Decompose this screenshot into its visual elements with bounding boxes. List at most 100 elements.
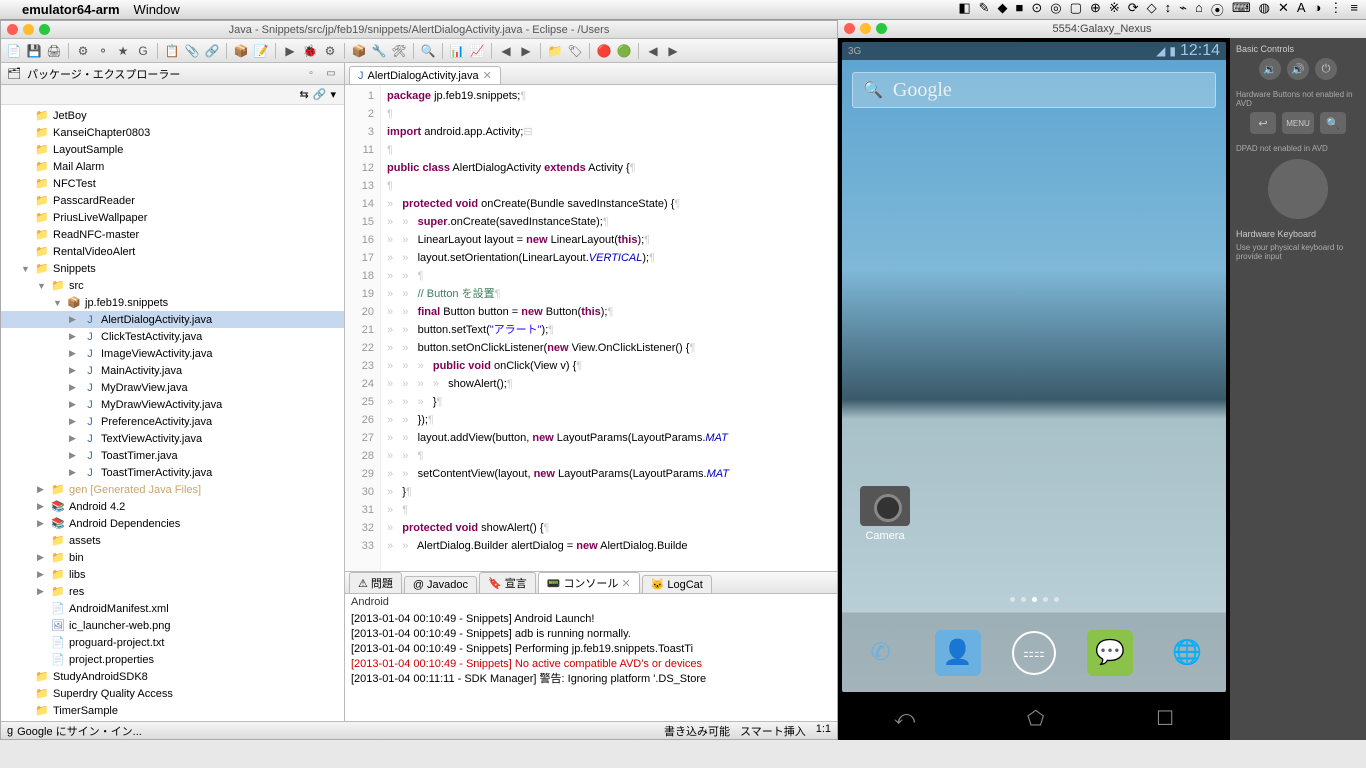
tree-item[interactable]: ▶JToastTimerActivity.java	[1, 464, 344, 481]
menubar-icon[interactable]: A	[1297, 0, 1306, 19]
tree-item[interactable]: 📁RentalVideoAlert	[1, 243, 344, 260]
menubar-icon[interactable]: ↕	[1165, 0, 1172, 19]
close-icon[interactable]	[844, 23, 855, 34]
messaging-app-icon[interactable]: 💬	[1087, 630, 1133, 676]
tree-item[interactable]: ▶JImageViewActivity.java	[1, 345, 344, 362]
menubar-icon[interactable]: ⌂	[1195, 0, 1203, 19]
tree-item[interactable]: 📁KanseiChapter0803	[1, 124, 344, 141]
zoom-icon[interactable]	[39, 24, 50, 35]
toolbar-button[interactable]: 📊	[448, 42, 466, 60]
home-button[interactable]: ⬠	[1027, 706, 1044, 731]
toolbar-button[interactable]: 🔧	[370, 42, 388, 60]
menubar-icon[interactable]: ▢	[1070, 0, 1082, 19]
menubar-icon[interactable]: ◍	[1259, 0, 1270, 19]
menubar-icon[interactable]: ⌁	[1179, 0, 1187, 19]
toolbar-button[interactable]: 🔍	[419, 42, 437, 60]
camera-app-icon[interactable]: Camera	[860, 486, 910, 542]
menubar-icon[interactable]: ✕	[1278, 0, 1289, 19]
console-tab[interactable]: 📟コンソール✕	[538, 572, 640, 593]
tree-item[interactable]: ▼📁Snippets	[1, 260, 344, 277]
phone-app-icon[interactable]: ✆	[858, 630, 904, 676]
toolbar-button[interactable]: 🐞	[301, 42, 319, 60]
collapse-icon[interactable]: ⇆	[300, 88, 309, 101]
tree-item[interactable]: 📁assets	[1, 532, 344, 549]
power-button[interactable]: ⏻	[1315, 58, 1337, 80]
toolbar-button[interactable]: 📦	[350, 42, 368, 60]
tree-item[interactable]: ▼📁src	[1, 277, 344, 294]
tree-item[interactable]: ▶JPreferenceActivity.java	[1, 413, 344, 430]
menubar-icon[interactable]: ⌨	[1232, 0, 1251, 19]
menu-window[interactable]: Window	[134, 2, 180, 17]
link-icon[interactable]: 🔗	[313, 88, 327, 101]
toolbar-button[interactable]: ★	[114, 42, 132, 60]
toolbar-button[interactable]: 💾	[25, 42, 43, 60]
menubar-icon[interactable]: ※	[1109, 0, 1120, 19]
toolbar-button[interactable]: 📁	[546, 42, 564, 60]
menubar-icon[interactable]: ◎	[1050, 0, 1061, 19]
tree-item[interactable]: ▶JMyDrawView.java	[1, 379, 344, 396]
app-drawer-icon[interactable]: ⚏⚏	[1012, 631, 1056, 675]
menubar-icon[interactable]: ◇	[1147, 0, 1157, 19]
tree-item[interactable]: 📁StudyAndroidSDK8	[1, 668, 344, 685]
tree-item[interactable]: 📁ReadNFC-master	[1, 226, 344, 243]
toolbar-button[interactable]: ◀	[644, 42, 662, 60]
close-tab-icon[interactable]: ✕	[483, 69, 492, 82]
toolbar-button[interactable]: 🔗	[203, 42, 221, 60]
menubar-icon[interactable]: ⟳	[1128, 0, 1139, 19]
menubar-icon[interactable]: ⊕	[1090, 0, 1101, 19]
tree-item[interactable]: 📁LayoutSample	[1, 141, 344, 158]
toolbar-button[interactable]: ⚙	[321, 42, 339, 60]
zoom-icon[interactable]	[876, 23, 887, 34]
console-tab[interactable]: @Javadoc	[404, 576, 477, 593]
close-icon[interactable]	[7, 24, 18, 35]
toolbar-button[interactable]: ▶	[517, 42, 535, 60]
toolbar-button[interactable]: 📎	[183, 42, 201, 60]
project-tree[interactable]: 📁JetBoy📁KanseiChapter0803📁LayoutSample📁M…	[1, 105, 344, 721]
toolbar-button[interactable]: 📄	[5, 42, 23, 60]
menubar-icon[interactable]: ◆	[998, 0, 1008, 19]
back-button[interactable]: ⤺	[894, 707, 915, 730]
maximize-panel-icon[interactable]: ▭	[324, 67, 338, 81]
toolbar-button[interactable]: 📦	[232, 42, 250, 60]
tree-item[interactable]: ▶JClickTestActivity.java	[1, 328, 344, 345]
console-tab[interactable]: ⚠問題	[349, 572, 402, 593]
tree-item[interactable]: ▶📁bin	[1, 549, 344, 566]
tree-item[interactable]: ▶📁gen [Generated Java Files]	[1, 481, 344, 498]
console-output[interactable]: [2013-01-04 00:10:49 - Snippets] Android…	[345, 610, 837, 721]
toolbar-button[interactable]: 🟢	[615, 42, 633, 60]
toolbar-button[interactable]: 📋	[163, 42, 181, 60]
code-body[interactable]: package jp.feb19.snippets;¶¶import andro…	[381, 85, 837, 571]
tree-item[interactable]: 🖼ic_launcher-web.png	[1, 617, 344, 634]
eclipse-titlebar[interactable]: Java - Snippets/src/jp/feb19/snippets/Al…	[1, 21, 837, 39]
tree-item[interactable]: 📁TimerSample	[1, 702, 344, 719]
toolbar-button[interactable]: 📈	[468, 42, 486, 60]
google-search-widget[interactable]: 🔍 Google	[852, 72, 1216, 108]
explorer-tab[interactable]: 🗂 パッケージ・エクスプローラー ▫ ▭	[1, 63, 344, 85]
tree-item[interactable]: 📄proguard-project.txt	[1, 634, 344, 651]
minimize-icon[interactable]	[860, 23, 871, 34]
emulator-titlebar[interactable]: 5554:Galaxy_Nexus	[838, 20, 1366, 38]
phone-screen[interactable]: 3G ◢ ▮ 12:14 🔍 Google Camera ✆	[842, 42, 1226, 692]
tree-item[interactable]: ▶📁libs	[1, 566, 344, 583]
code-editor[interactable]: 1231112131415161718192021222324252627282…	[345, 85, 837, 571]
minimize-icon[interactable]	[23, 24, 34, 35]
active-app-name[interactable]: emulator64-arm	[22, 2, 120, 17]
minimize-panel-icon[interactable]: ▫	[304, 67, 318, 81]
back-hw-button[interactable]: ↩	[1250, 112, 1276, 134]
menu-icon[interactable]: ▾	[330, 88, 336, 101]
tree-item[interactable]: ▶JTextViewActivity.java	[1, 430, 344, 447]
contacts-app-icon[interactable]: 👤	[935, 630, 981, 676]
toolbar-button[interactable]: 🏷	[566, 42, 584, 60]
menu-hw-button[interactable]: MENU	[1282, 112, 1314, 134]
tree-item[interactable]: 📁Mail Alarm	[1, 158, 344, 175]
toolbar-button[interactable]: 🖨	[45, 42, 63, 60]
tree-item[interactable]: 📁JetBoy	[1, 107, 344, 124]
browser-app-icon[interactable]: 🌐	[1164, 630, 1210, 676]
tree-item[interactable]: 📁PasscardReader	[1, 192, 344, 209]
tree-item[interactable]: 📁PriusLiveWallpaper	[1, 209, 344, 226]
toolbar-button[interactable]: 🛠	[390, 42, 408, 60]
toolbar-button[interactable]: ⚙	[74, 42, 92, 60]
recent-button[interactable]: ☐	[1156, 706, 1174, 731]
volume-down-button[interactable]: 🔉	[1259, 58, 1281, 80]
console-tab[interactable]: 🔖宣言	[479, 572, 536, 593]
